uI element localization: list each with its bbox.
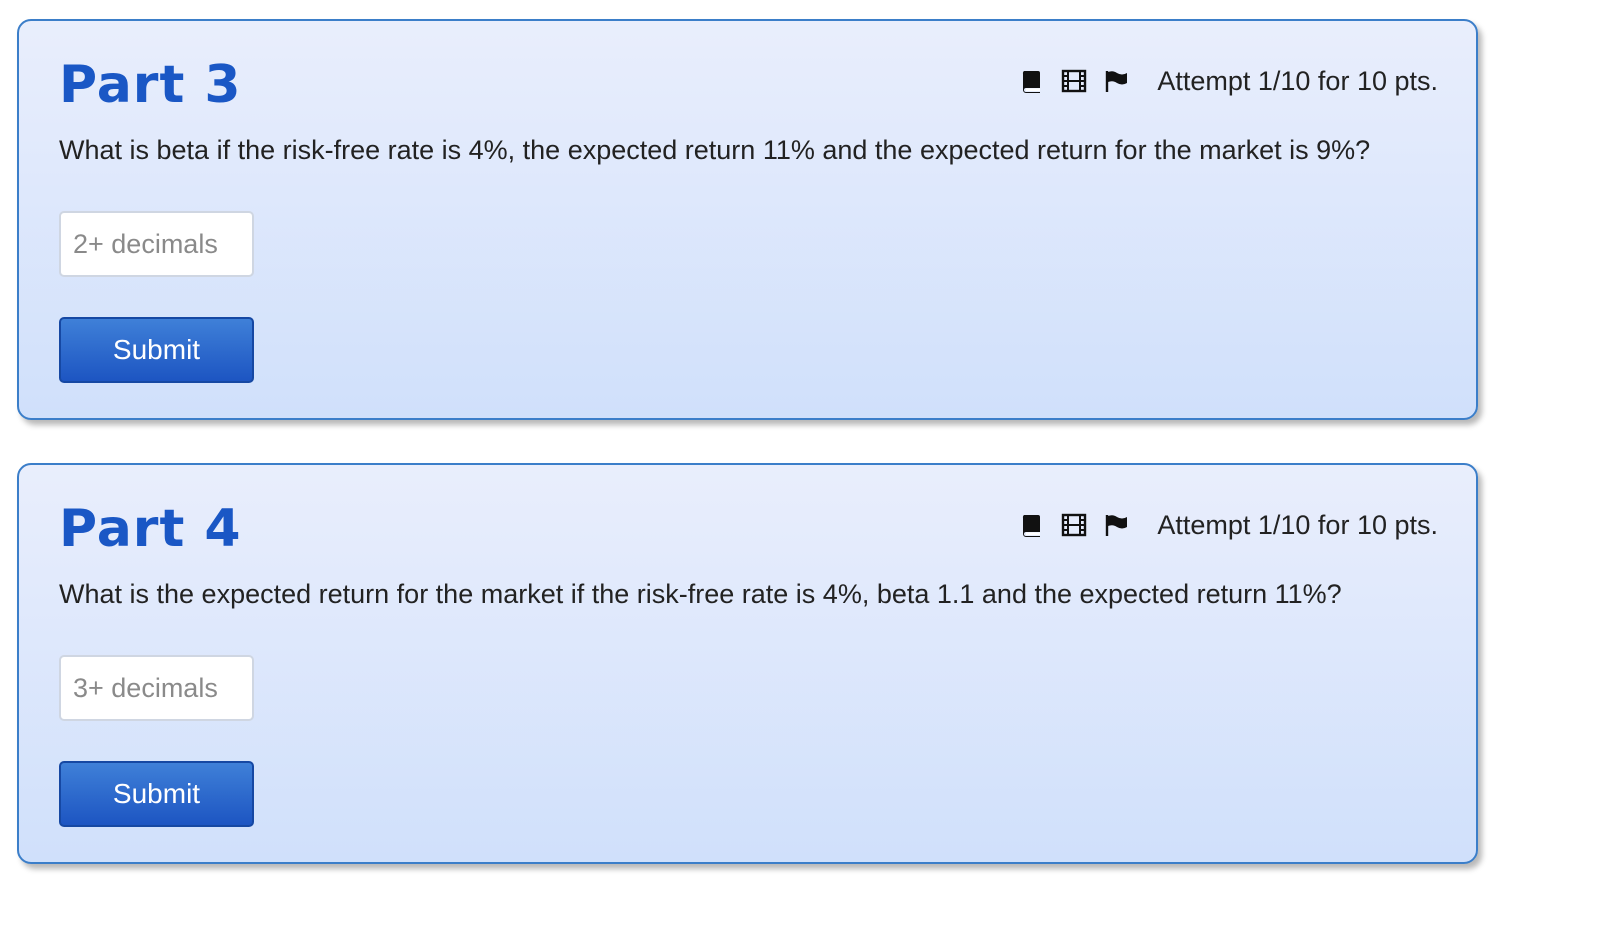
book-icon[interactable] bbox=[1019, 512, 1045, 538]
part-title: Part 4 bbox=[59, 499, 242, 559]
flag-icon[interactable] bbox=[1103, 512, 1129, 538]
answer-input[interactable] bbox=[59, 655, 254, 721]
question-text: What is the expected return for the mark… bbox=[59, 579, 1342, 609]
question-text: What is beta if the risk-free rate is 4%… bbox=[59, 135, 1371, 165]
flag-icon[interactable] bbox=[1103, 68, 1129, 94]
submit-button[interactable]: Submit bbox=[59, 761, 254, 827]
tools-bar: Attempt 1/10 for 10 pts. bbox=[1019, 509, 1438, 541]
question-card-part-4: Part 4 Attempt 1/10 for 10 pts. What is … bbox=[17, 463, 1478, 864]
part-title: Part 3 bbox=[59, 55, 242, 115]
submit-button[interactable]: Submit bbox=[59, 317, 254, 383]
book-icon[interactable] bbox=[1019, 68, 1045, 94]
attempt-counter: Attempt 1/10 for 10 pts. bbox=[1157, 65, 1438, 96]
film-icon[interactable] bbox=[1061, 512, 1087, 538]
answer-input[interactable] bbox=[59, 211, 254, 277]
tools-bar: Attempt 1/10 for 10 pts. bbox=[1019, 65, 1438, 97]
attempt-counter: Attempt 1/10 for 10 pts. bbox=[1157, 509, 1438, 540]
film-icon[interactable] bbox=[1061, 68, 1087, 94]
question-card-part-3: Part 3 Attempt 1/10 for 10 pts. What is … bbox=[17, 19, 1478, 420]
